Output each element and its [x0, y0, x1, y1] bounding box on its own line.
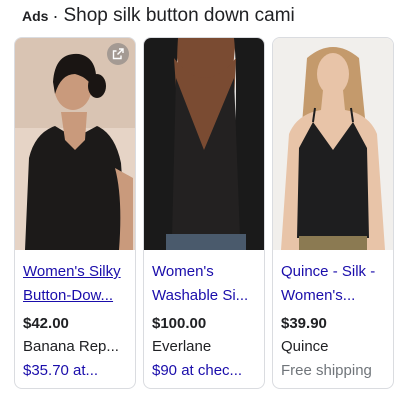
product-price: $39.90: [281, 315, 327, 332]
ads-header: Ads · Shop silk button down cami: [22, 2, 295, 30]
product-price: $100.00: [152, 315, 207, 332]
product-image[interactable]: [144, 38, 264, 250]
section-heading: Shop silk button down cami: [63, 5, 295, 26]
product-title-line[interactable]: Button-Dow...: [23, 284, 130, 308]
product-title-line[interactable]: Women's: [152, 260, 259, 284]
product-info: Quince - Silk - Women's... $39.90 Quince…: [281, 260, 388, 381]
product-card[interactable]: Women's Silky Button-Dow... $42.00 Banan…: [14, 37, 136, 389]
product-title-line[interactable]: Washable Si...: [152, 284, 259, 308]
product-info: Women's Washable Si... $100.00 Everlane …: [152, 260, 259, 381]
ads-label: Ads: [22, 8, 49, 24]
separator: ·: [52, 5, 59, 26]
product-title-link[interactable]: Quince - Silk - Women's...: [281, 260, 388, 308]
promo-link[interactable]: $35.70 at...: [23, 361, 130, 381]
product-info: Women's Silky Button-Dow... $42.00 Banan…: [23, 260, 130, 381]
product-title-line[interactable]: Women's...: [281, 284, 388, 308]
product-image[interactable]: [273, 38, 393, 250]
product-carousel: Women's Silky Button-Dow... $42.00 Banan…: [14, 37, 398, 389]
product-title-link[interactable]: Women's Washable Si...: [152, 260, 259, 308]
product-title-line[interactable]: Quince - Silk -: [281, 260, 388, 284]
product-card[interactable]: Quince - Silk - Women's... $39.90 Quince…: [272, 37, 394, 389]
promo-link[interactable]: $90 at chec...: [152, 361, 259, 381]
merchant-name: Quince: [281, 338, 329, 355]
product-title-line[interactable]: Women's Silky: [23, 260, 130, 284]
shipping-info: Free shipping: [281, 362, 372, 379]
product-card[interactable]: Women's Washable Si... $100.00 Everlane …: [143, 37, 265, 389]
external-link-icon[interactable]: [107, 43, 129, 65]
merchant-name: Everlane: [152, 338, 212, 355]
product-image[interactable]: [15, 38, 135, 250]
product-price: $42.00: [23, 315, 69, 332]
merchant-name: Banana Rep...: [23, 338, 119, 355]
product-title-link[interactable]: Women's Silky Button-Dow...: [23, 260, 130, 308]
